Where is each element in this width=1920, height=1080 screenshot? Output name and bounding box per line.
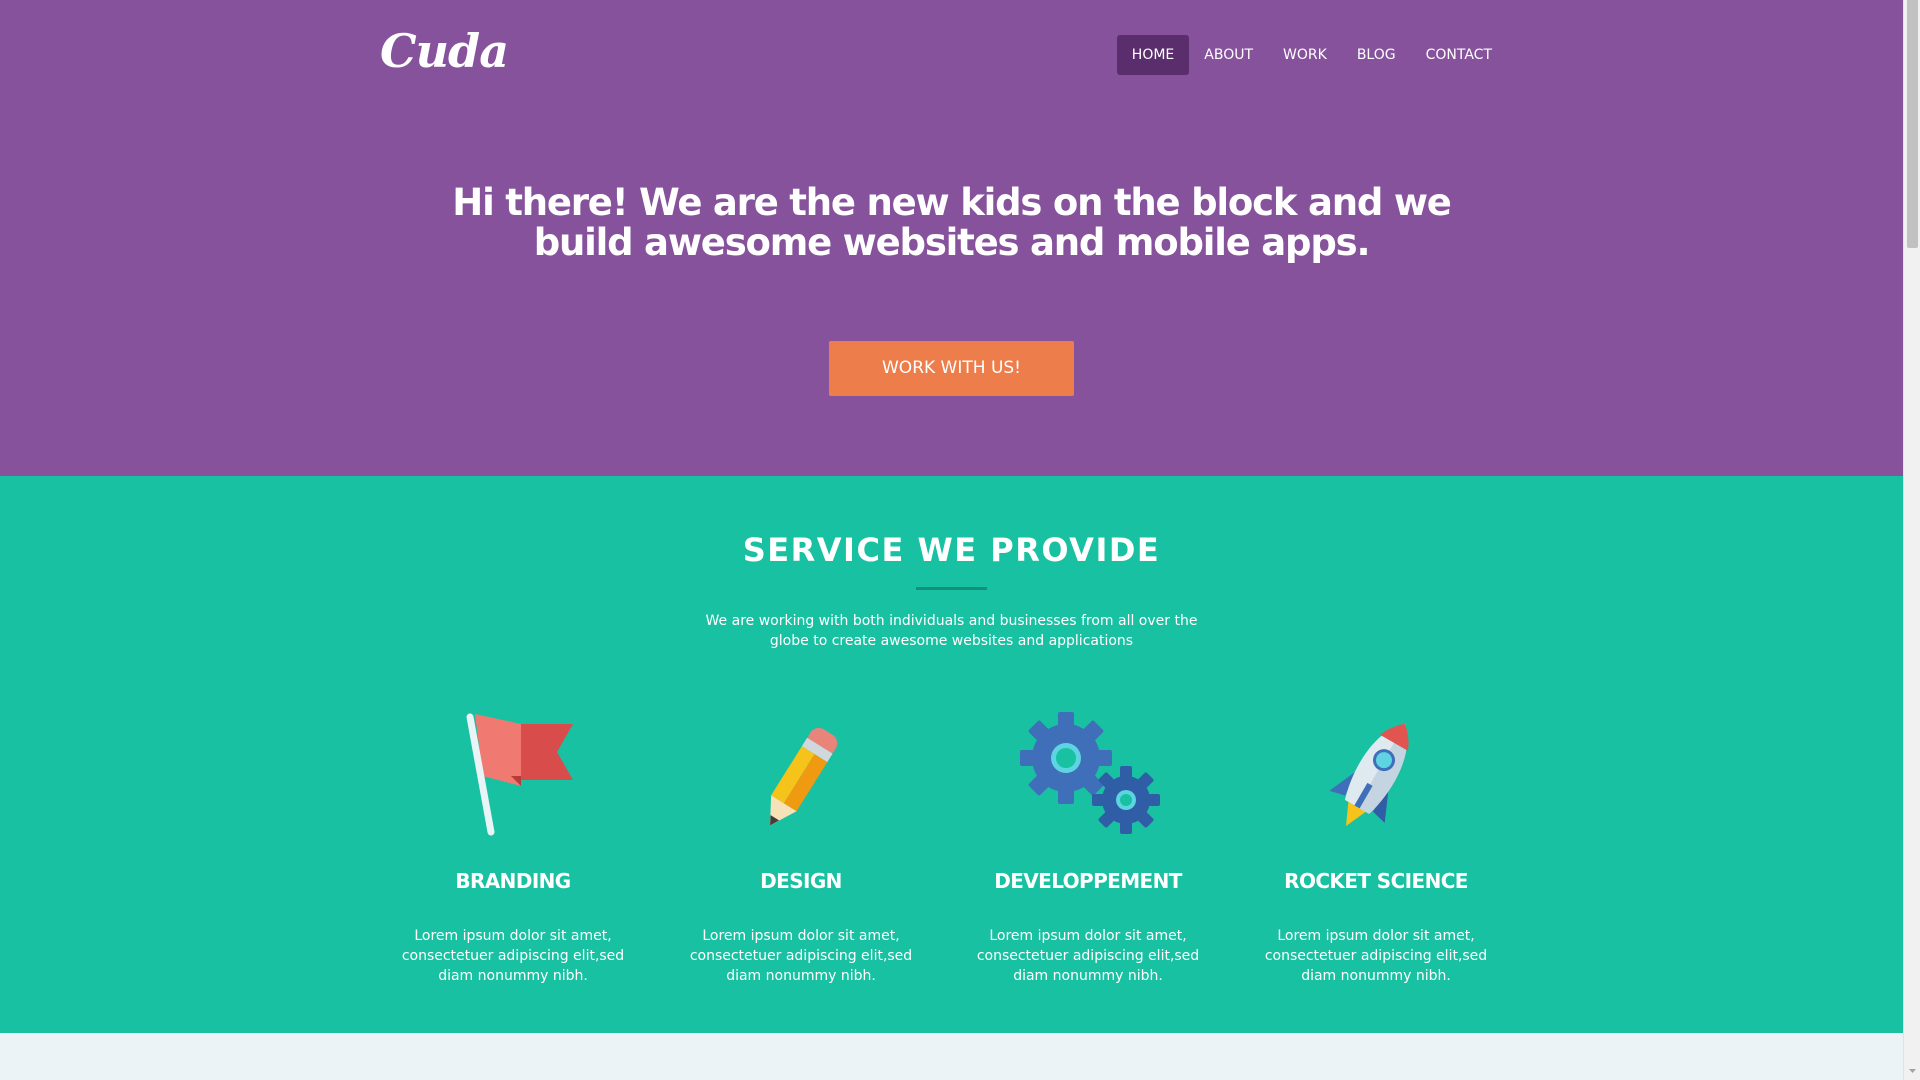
nav-item-work[interactable]: WORK xyxy=(1268,35,1342,75)
nav-item-home[interactable]: HOME xyxy=(1116,35,1190,75)
rocket-icon xyxy=(1328,723,1408,826)
next-section xyxy=(0,1033,1903,1080)
main-nav: HOME ABOUT WORK BLOG CONTACT xyxy=(1116,35,1507,75)
services-title: SERVICE WE PROVIDE xyxy=(742,531,1161,569)
service-title: DEVELOPPEMENT xyxy=(994,869,1182,893)
service-text: Lorem ipsum dolor sit amet, consectetuer… xyxy=(401,928,625,984)
gears-icon xyxy=(1020,712,1160,834)
service-card-developpement: DEVELOPPEMENT Lorem ipsum dolor sit amet… xyxy=(951,712,1225,986)
service-text: Lorem ipsum dolor sit amet, consectetuer… xyxy=(1264,928,1488,984)
services-section: SERVICE WE PROVIDE We are working with b… xyxy=(0,476,1903,1033)
pencil-icon xyxy=(769,727,837,826)
service-card-rocket-science: ROCKET SCIENCE Lorem ipsum dolor sit ame… xyxy=(1239,712,1513,986)
scroll-down-arrow-icon[interactable] xyxy=(1904,1063,1920,1080)
work-with-us-button[interactable]: WORK WITH US! xyxy=(829,341,1074,396)
page-scrollbar[interactable] xyxy=(1903,0,1920,1080)
services-lead: We are working with both individuals and… xyxy=(705,613,1198,649)
service-card-branding: BRANDING Lorem ipsum dolor sit amet, con… xyxy=(376,712,650,986)
nav-item-contact[interactable]: CONTACT xyxy=(1411,35,1507,75)
service-text: Lorem ipsum dolor sit amet, consectetuer… xyxy=(976,928,1200,984)
service-text: Lorem ipsum dolor sit amet, consectetuer… xyxy=(689,928,913,984)
service-title: DESIGN xyxy=(760,869,842,893)
nav-item-about[interactable]: ABOUT xyxy=(1189,35,1268,75)
scroll-thumb[interactable] xyxy=(1907,0,1918,248)
flag-icon xyxy=(466,713,573,836)
title-divider xyxy=(916,587,987,590)
service-title: BRANDING xyxy=(455,869,571,893)
hero-section: Cuda HOME ABOUT WORK BLOG CONTACT Hi the… xyxy=(0,0,1903,476)
site-logo[interactable]: Cuda xyxy=(380,24,509,78)
service-title: ROCKET SCIENCE xyxy=(1284,869,1468,893)
nav-item-blog[interactable]: BLOG xyxy=(1342,35,1411,75)
hero-title: Hi there! We are the new kids on the blo… xyxy=(452,181,1452,264)
service-card-design: DESIGN Lorem ipsum dolor sit amet, conse… xyxy=(664,712,938,986)
